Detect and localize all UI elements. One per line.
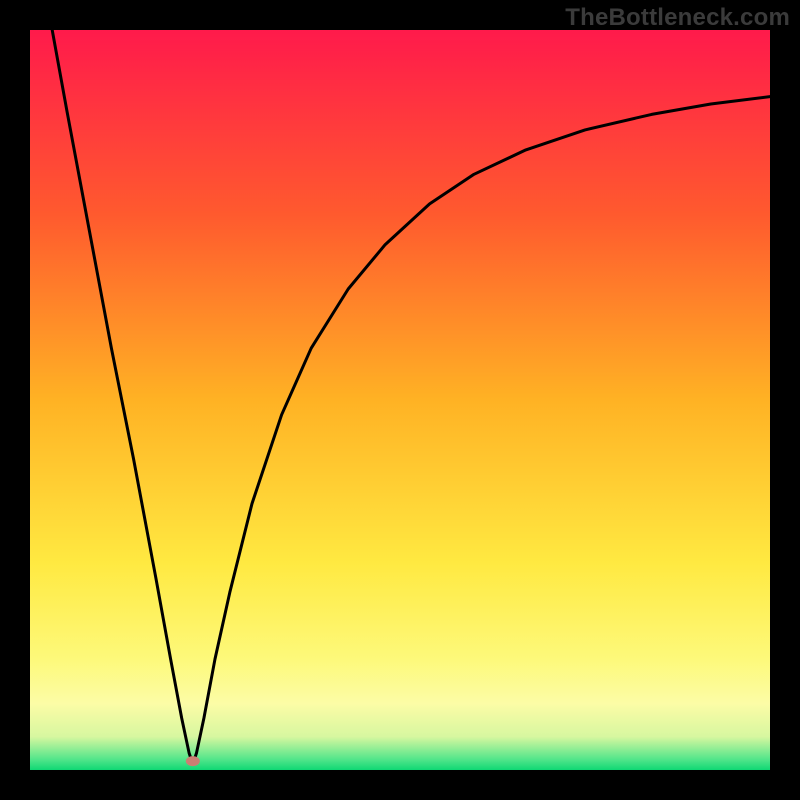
chart-marker: [186, 756, 200, 766]
watermark-text: TheBottleneck.com: [565, 4, 790, 32]
chart-background: [30, 30, 770, 770]
chart-frame: TheBottleneck.com: [0, 0, 800, 800]
chart-plot: [30, 30, 770, 770]
